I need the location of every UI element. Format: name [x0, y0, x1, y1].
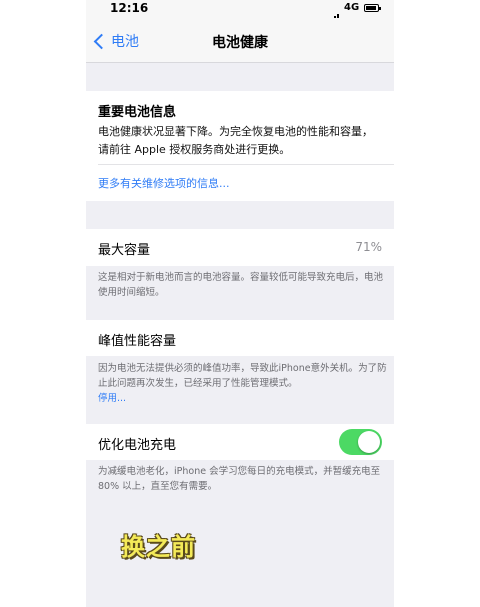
max-capacity-value: 71%	[355, 240, 382, 254]
optimized-charging-footer: 为减缓电池老化，iPhone 会学习您每日的充电模式，并暂缓充电至 80% 以上…	[98, 466, 381, 492]
battery-icon	[364, 4, 381, 12]
disable-link[interactable]: 停用...	[98, 393, 126, 404]
peak-performance-label: 峰值性能容量	[98, 334, 177, 349]
important-info-title: 重要电池信息	[98, 105, 177, 120]
optimized-charging-label: 优化电池充电	[98, 438, 177, 453]
navigation-bar: 电池 电池健康	[86, 18, 394, 63]
divider	[98, 164, 394, 165]
max-capacity-footer: 这是相对于新电池而言的电池容量。容量较低可能导致充电后，电池使用时间缩短。	[98, 272, 384, 298]
status-bar: 12:16 4G	[86, 0, 394, 23]
service-options-link[interactable]: 更多有关维修选项的信息...	[98, 175, 230, 191]
optimized-charging-row: 优化电池充电	[86, 424, 394, 460]
important-info-body: 电池健康状况显著下降。为完全恢复电池的性能和容量，请前往 Apple 授权服务商…	[98, 125, 373, 156]
peak-performance-footer: 因为电池无法提供必须的峰值功率，导致此iPhone意外关机。为了防止此问题再次发…	[98, 361, 388, 406]
max-capacity-label: 最大容量	[98, 243, 151, 258]
peak-performance-footer-text: 因为电池无法提供必须的峰值功率，导致此iPhone意外关机。为了防止此问题再次发…	[98, 363, 387, 389]
phone-screen: 12:16 4G 电池 电池健康 重要电池信息 电池健康状况显著下降。为完全恢复…	[86, 0, 394, 607]
peak-performance-row: 峰值性能容量	[86, 320, 394, 356]
overlay-caption: 换之前	[121, 533, 196, 561]
screenshot-frame: 12:16 4G 电池 电池健康 重要电池信息 电池健康状况显著下降。为完全恢复…	[0, 0, 480, 607]
page-title: 电池健康	[212, 35, 268, 51]
optimized-charging-toggle[interactable]	[339, 429, 382, 455]
status-time: 12:16	[110, 1, 149, 15]
important-info-section: 重要电池信息 电池健康状况显著下降。为完全恢复电池的性能和容量，请前往 Appl…	[86, 91, 394, 201]
network-type: 4G	[344, 2, 360, 13]
toggle-knob	[358, 431, 380, 453]
max-capacity-row: 最大容量 71%	[86, 229, 394, 266]
